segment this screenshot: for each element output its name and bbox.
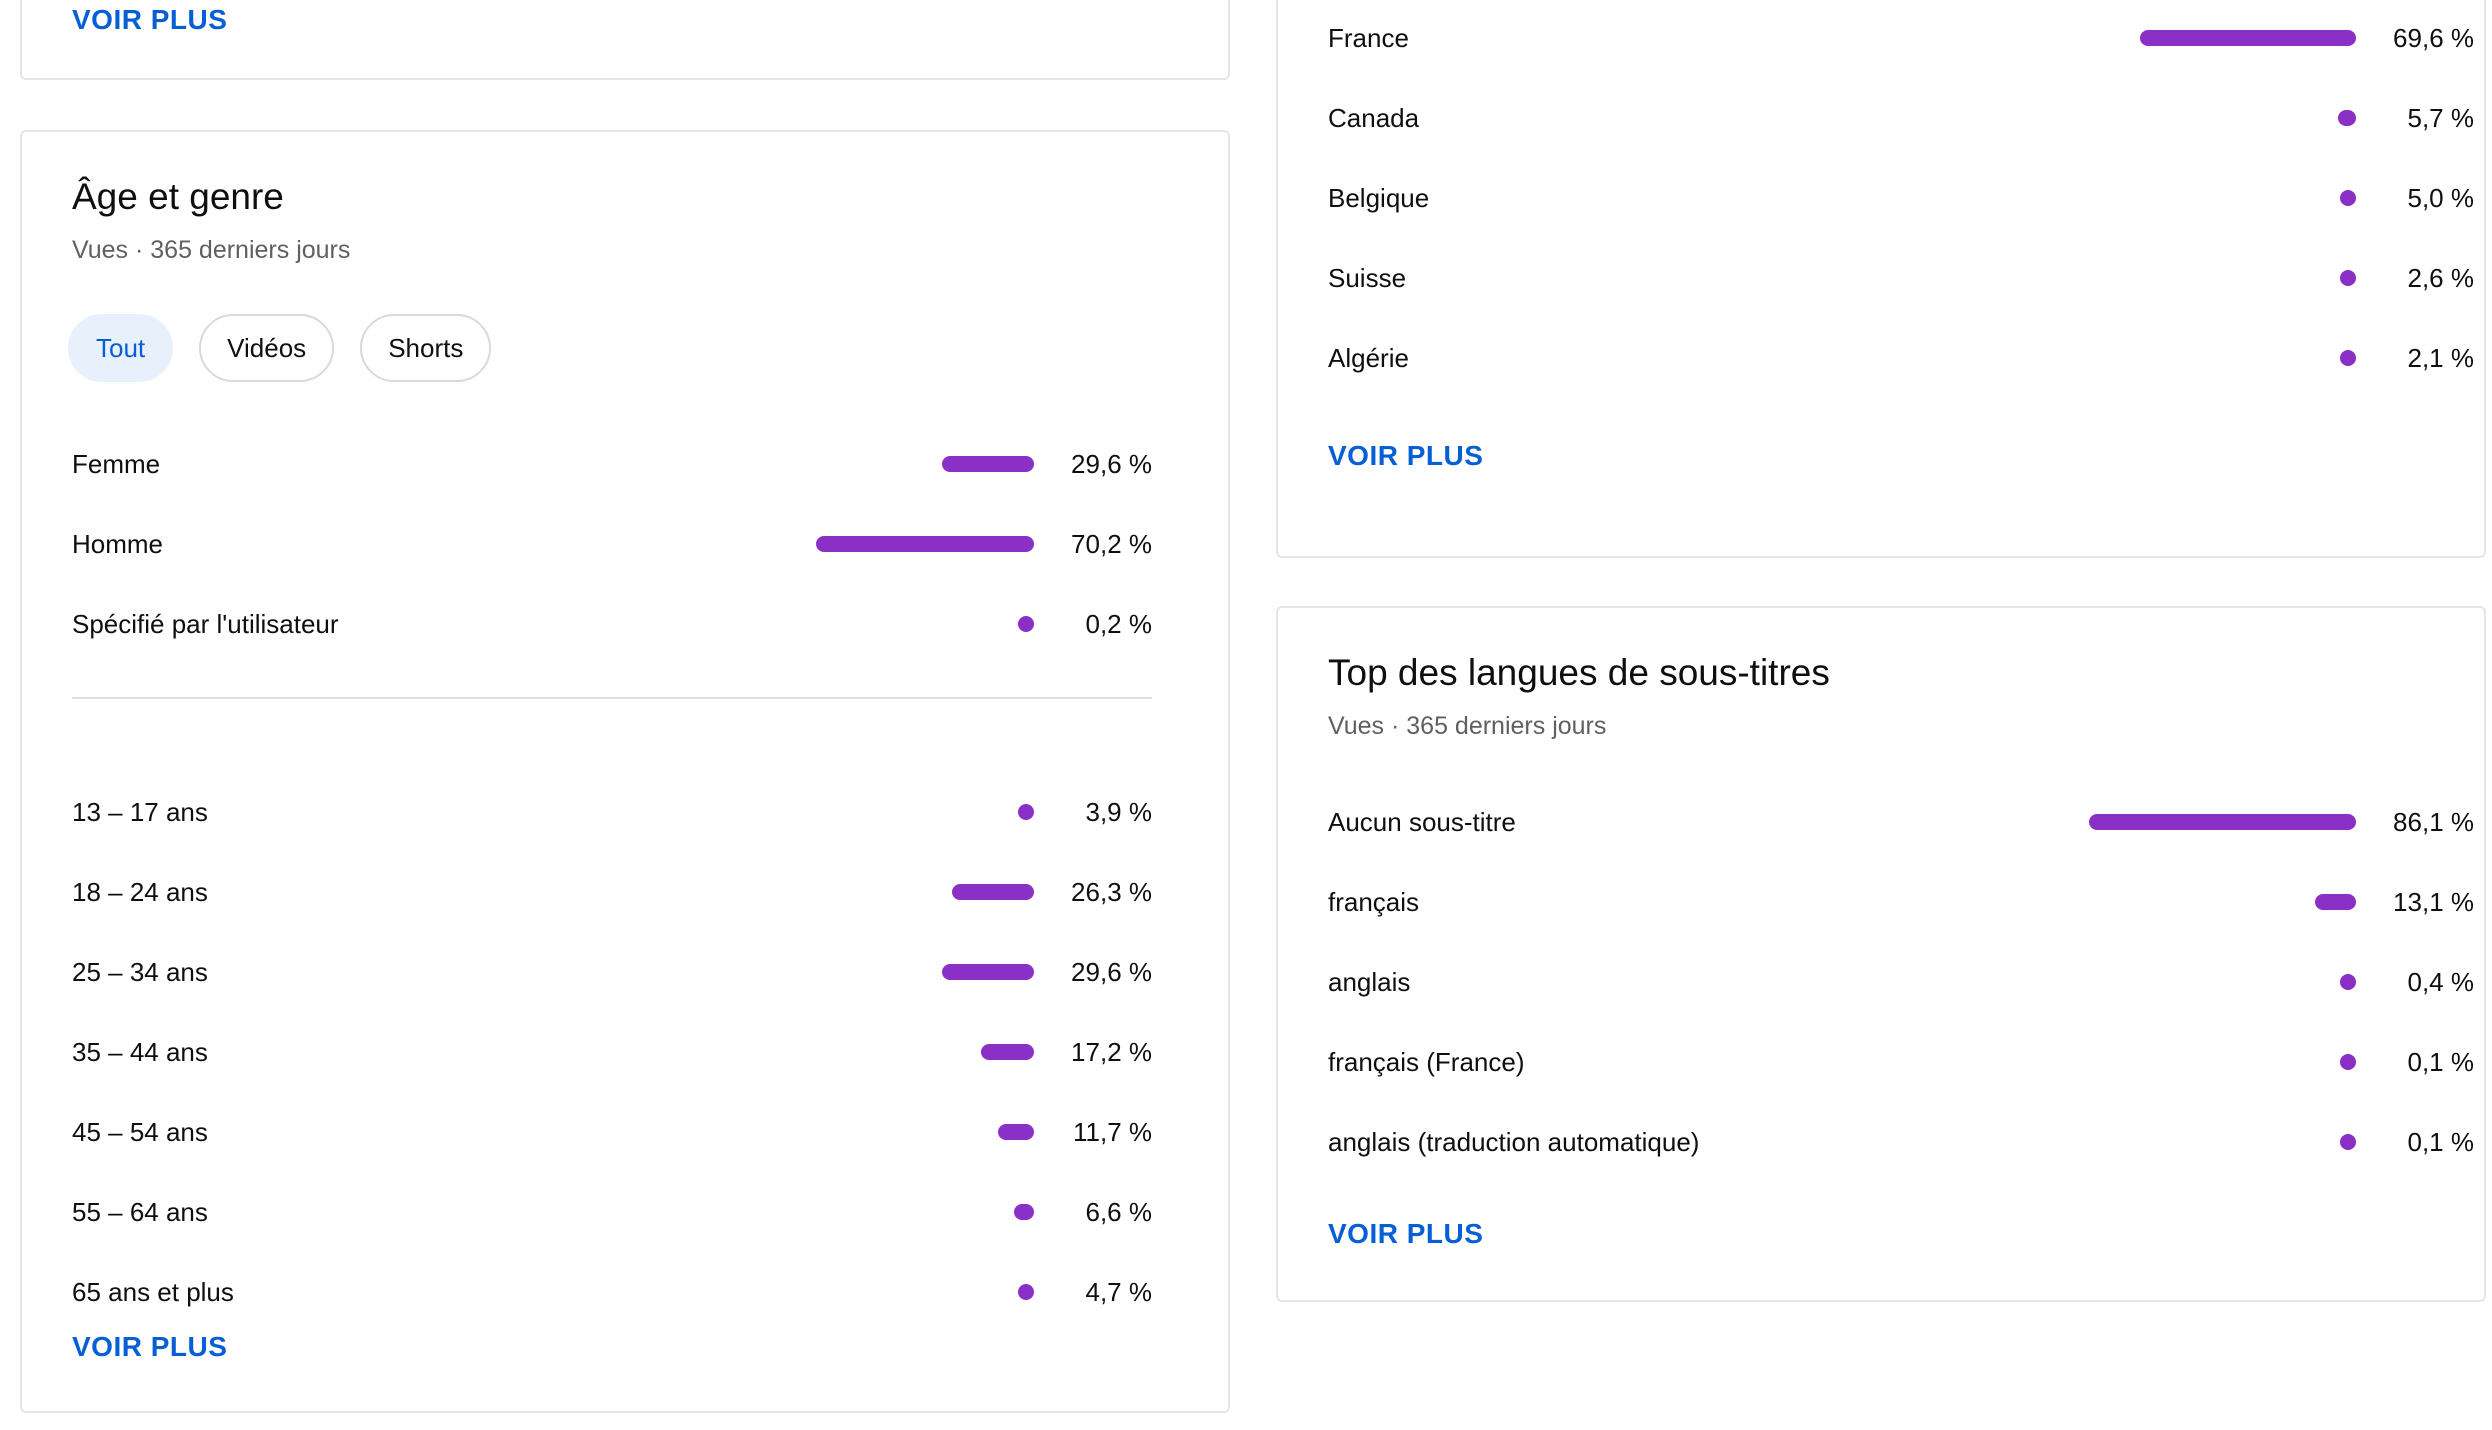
voir-plus-link[interactable]: VOIR PLUS bbox=[1328, 440, 1483, 472]
subtitle-language-label: anglais (traduction automatique) bbox=[1328, 1127, 1700, 1157]
gender-row: Homme 70,2 % bbox=[72, 504, 1152, 584]
age-bar bbox=[998, 1124, 1034, 1140]
subtitle-language-bar bbox=[2340, 1054, 2356, 1070]
gender-bar bbox=[816, 536, 1034, 552]
age-row: 35 – 44 ans 17,2 % bbox=[72, 1012, 1152, 1092]
age-label: 45 – 54 ans bbox=[72, 1117, 208, 1147]
gender-row: Femme 29,6 % bbox=[72, 424, 1152, 504]
age-bar bbox=[952, 884, 1034, 900]
subtitle-languages-card: Top des langues de sous-titres Vues · 36… bbox=[1276, 606, 2486, 1302]
subtitle-language-label: français (France) bbox=[1328, 1047, 1525, 1077]
country-label: Belgique bbox=[1328, 183, 1430, 213]
country-bar bbox=[2340, 350, 2356, 366]
subtitle-language-percentage: 0,1 % bbox=[2407, 1127, 2475, 1157]
chip-shorts[interactable]: Shorts bbox=[360, 314, 492, 382]
top-left-card: VOIR PLUS bbox=[20, 0, 1230, 80]
age-row: 45 – 54 ans 11,7 % bbox=[72, 1092, 1152, 1172]
country-percentage: 5,0 % bbox=[2407, 183, 2475, 213]
age-percentage: 17,2 % bbox=[1071, 1037, 1152, 1067]
country-percentage: 2,1 % bbox=[2407, 343, 2475, 373]
age-gender-card: Âge et genre Vues · 365 derniers jours T… bbox=[20, 130, 1230, 1413]
subtitle-language-row: français 13,1 % bbox=[1328, 862, 2474, 942]
age-label: 55 – 64 ans bbox=[72, 1197, 208, 1227]
gender-percentage: 70,2 % bbox=[1071, 529, 1152, 559]
age-label: 13 – 17 ans bbox=[72, 797, 208, 827]
country-bar bbox=[2340, 190, 2356, 206]
country-percentage: 2,6 % bbox=[2407, 263, 2475, 293]
country-label: France bbox=[1328, 23, 1409, 53]
card-title: Âge et genre bbox=[72, 176, 284, 217]
age-row: 13 – 17 ans 3,9 % bbox=[72, 772, 1152, 852]
subtitle-language-label: anglais bbox=[1328, 967, 1411, 997]
country-bar bbox=[2338, 110, 2356, 126]
age-bar bbox=[1018, 804, 1034, 820]
age-percentage: 29,6 % bbox=[1071, 957, 1152, 987]
subtitle-language-row: français (France) 0,1 % bbox=[1328, 1022, 2474, 1102]
content-type-filter: Tout Vidéos Shorts bbox=[68, 314, 492, 382]
country-label: Canada bbox=[1328, 103, 1420, 133]
subtitle-language-percentage: 13,1 % bbox=[2393, 887, 2474, 917]
gender-label: Homme bbox=[72, 529, 164, 559]
country-percentage: 69,6 % bbox=[2393, 23, 2474, 53]
voir-plus-link[interactable]: VOIR PLUS bbox=[1328, 1218, 1483, 1250]
age-percentage: 3,9 % bbox=[1085, 797, 1153, 827]
age-row: 55 – 64 ans 6,6 % bbox=[72, 1172, 1152, 1252]
gender-bar bbox=[942, 456, 1034, 472]
divider bbox=[72, 697, 1152, 699]
country-percentage: 5,7 % bbox=[2407, 103, 2475, 133]
chip-tout[interactable]: Tout bbox=[68, 314, 174, 382]
age-bar bbox=[942, 964, 1034, 980]
age-percentage: 4,7 % bbox=[1085, 1277, 1153, 1307]
subtitle-language-bar bbox=[2340, 974, 2356, 990]
age-percentage: 26,3 % bbox=[1071, 877, 1152, 907]
country-label: Algérie bbox=[1328, 343, 1409, 373]
subtitle-language-percentage: 86,1 % bbox=[2393, 807, 2474, 837]
card-subtitle: Vues · 365 derniers jours bbox=[1328, 712, 1607, 740]
subtitle-language-percentage: 0,1 % bbox=[2407, 1047, 2475, 1077]
age-bar bbox=[981, 1044, 1034, 1060]
gender-label: Femme bbox=[72, 449, 161, 479]
top-countries-card: France 69,6 % Canada 5,7 % Belgique 5,0 % Suis… bbox=[1276, 0, 2486, 558]
voir-plus-link[interactable]: VOIR PLUS bbox=[72, 4, 227, 36]
country-row: Canada 5,7 % bbox=[1328, 78, 2474, 158]
age-row: 25 – 34 ans 29,6 % bbox=[72, 932, 1152, 1012]
country-row: Suisse 2,6 % bbox=[1328, 238, 2474, 318]
age-label: 25 – 34 ans bbox=[72, 957, 208, 987]
gender-bar bbox=[1018, 616, 1034, 632]
age-percentage: 11,7 % bbox=[1072, 1117, 1152, 1147]
subtitle-language-bar bbox=[2089, 814, 2356, 830]
country-row: Algérie 2,1 % bbox=[1328, 318, 2474, 398]
subtitle-language-label: français bbox=[1328, 887, 1420, 917]
gender-percentage: 0,2 % bbox=[1085, 609, 1153, 639]
country-row: Belgique 5,0 % bbox=[1328, 158, 2474, 238]
age-row: 18 – 24 ans 26,3 % bbox=[72, 852, 1152, 932]
subtitle-language-row: Aucun sous-titre 86,1 % bbox=[1328, 782, 2474, 862]
voir-plus-link[interactable]: VOIR PLUS bbox=[72, 1331, 227, 1363]
card-title: Top des langues de sous-titres bbox=[1328, 652, 1830, 693]
card-subtitle: Vues · 365 derniers jours bbox=[72, 236, 351, 264]
subtitle-language-bar bbox=[2315, 894, 2356, 910]
gender-label: Spécifié par l'utilisateur bbox=[72, 609, 339, 639]
gender-row: Spécifié par l'utilisateur 0,2 % bbox=[72, 584, 1152, 664]
gender-percentage: 29,6 % bbox=[1071, 449, 1152, 479]
chip-videos[interactable]: Vidéos bbox=[199, 314, 335, 382]
country-row: France 69,6 % bbox=[1328, 0, 2474, 78]
age-label: 65 ans et plus bbox=[72, 1277, 234, 1307]
age-label: 35 – 44 ans bbox=[72, 1037, 208, 1067]
country-bar bbox=[2340, 270, 2356, 286]
age-bar bbox=[1014, 1204, 1034, 1220]
subtitle-language-row: anglais 0,4 % bbox=[1328, 942, 2474, 1022]
country-bar bbox=[2140, 30, 2356, 46]
age-percentage: 6,6 % bbox=[1085, 1197, 1153, 1227]
age-row: 65 ans et plus 4,7 % bbox=[72, 1252, 1152, 1332]
country-label: Suisse bbox=[1328, 263, 1407, 293]
age-bar bbox=[1018, 1284, 1034, 1300]
subtitle-language-row: anglais (traduction automatique) 0,1 % bbox=[1328, 1102, 2474, 1182]
subtitle-language-percentage: 0,4 % bbox=[2407, 967, 2475, 997]
subtitle-language-label: Aucun sous-titre bbox=[1328, 807, 1516, 837]
age-label: 18 – 24 ans bbox=[72, 877, 208, 907]
subtitle-language-bar bbox=[2340, 1134, 2356, 1150]
